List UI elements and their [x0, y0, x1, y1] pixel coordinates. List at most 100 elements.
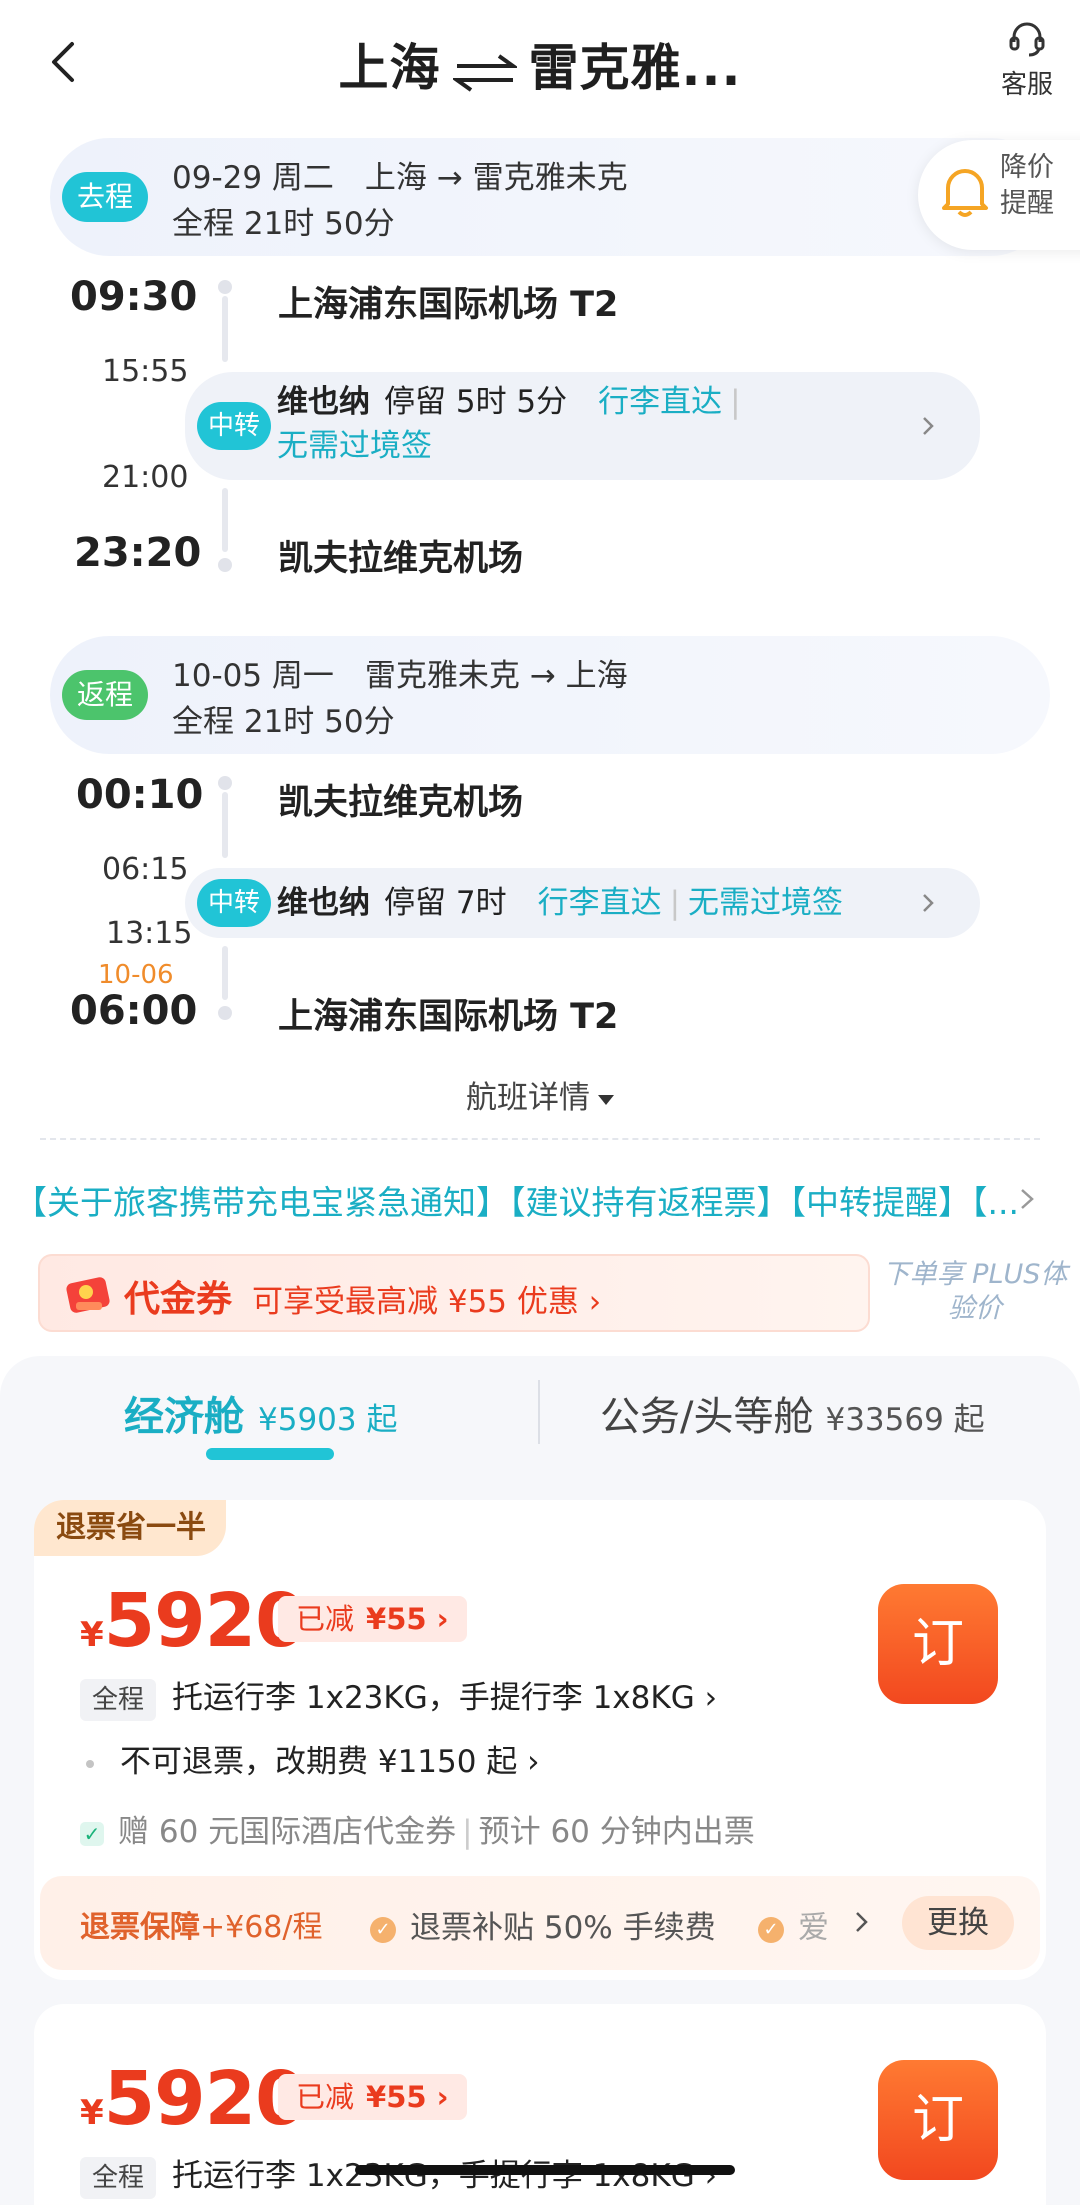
- gift-row: ✓ 赠 60 元国际酒店代金券 | 预计 60 分钟内出票: [80, 1806, 755, 1851]
- tab-indicator: [206, 1448, 334, 1460]
- transfer-city: 维也纳: [277, 384, 370, 420]
- transfer-line: 维也纳 停留 7时 行李直达 | 无需过境签: [277, 885, 844, 921]
- guarantee-unit: /程: [282, 1910, 323, 1945]
- service-label: 客服: [1000, 70, 1053, 100]
- discount-label: 已减: [296, 2080, 355, 2114]
- outbound-depart-airport: 上海浦东国际机场 T2: [278, 285, 619, 325]
- discount-label: 已减: [296, 1602, 355, 1636]
- transfer-stay: 停留 7时: [384, 885, 507, 921]
- guarantee-title: 退票保障+¥68/程: [80, 1902, 323, 1946]
- flight-detail-label: 航班详情: [466, 1080, 590, 1116]
- price-value: 5920: [103, 1578, 307, 1664]
- guarantee-item-text: 爱: [798, 1910, 829, 1946]
- timeline-rail: [222, 946, 228, 1000]
- transfer-luggage: 行李直达: [537, 885, 662, 921]
- return-depart-time: 00:10: [76, 772, 204, 818]
- book-button[interactable]: 订: [878, 2060, 998, 2180]
- refund-row[interactable]: 不可退票，改期费 ¥1150 起 ›: [80, 1736, 540, 1781]
- top-bar: 上海 雷克雅... 客服: [0, 0, 1080, 130]
- customer-service-button[interactable]: 客服: [992, 20, 1062, 101]
- return-arrive-airport: 上海浦东国际机场 T2: [278, 997, 619, 1037]
- return-date-route: 10-05 周一 雷克雅未克 → 上海: [172, 658, 628, 694]
- notice-banner[interactable]: 【关于旅客携带充电宝紧急通知】【建议持有返程票】【中转提醒】【...: [14, 1176, 1024, 1224]
- scope-pill: 全程: [80, 1678, 157, 1721]
- transfer-city: 维也纳: [277, 885, 370, 921]
- refund-guarantee-bar[interactable]: 退票保障+¥68/程 ✓ 退票补贴 50% 手续费 ✓ 爱 更换: [40, 1876, 1040, 1970]
- discount-value: ¥55 ›: [366, 2080, 449, 2114]
- headset-icon: [1009, 22, 1045, 57]
- outbound-depart-time: 09:30: [70, 274, 198, 320]
- refund-tag: 退票省一半: [34, 1500, 226, 1556]
- transfer-luggage: 行李直达: [598, 384, 723, 420]
- tab-business-price: ¥33569 起: [825, 1402, 985, 1438]
- redaction-bar: [355, 2165, 735, 2175]
- transfer-badge: 中转: [197, 402, 271, 450]
- route-title: 上海 雷克雅...: [0, 28, 1080, 100]
- outbound-arrive-airport: 凯夫拉维克机场: [278, 539, 524, 579]
- outbound-date-route: 09-29 周二 上海 → 雷克雅未克: [172, 160, 628, 196]
- outbound-transfer-info[interactable]: 中转 维也纳 停留 5时 5分 行李直达 | 无需过境签: [185, 372, 980, 480]
- tab-business-label: 公务/头等舱: [600, 1394, 814, 1440]
- timeline-dot: [218, 280, 232, 294]
- timeline-rail: [222, 296, 228, 362]
- return-depart-airport: 凯夫拉维克机场: [278, 783, 524, 823]
- return-badge: 返程: [62, 670, 148, 720]
- guarantee-price: +¥68: [200, 1910, 283, 1945]
- flight-booking-page: 上海 雷克雅... 客服 去程 09-29 周二 上海 → 雷克雅未克 全程 21…: [0, 0, 1080, 2205]
- outbound-transfer-depart-time: 21:00: [102, 460, 189, 495]
- discount-badge[interactable]: 已减 ¥55 ›: [278, 2074, 467, 2120]
- guarantee-item-1: ✓ 退票补贴 50% 手续费: [370, 1902, 716, 1947]
- transfer-visa: 无需过境签: [277, 428, 432, 464]
- transfer-line1: 维也纳 停留 5时 5分 行李直达 |: [277, 384, 741, 420]
- title-from: 上海: [338, 39, 441, 97]
- timeline-rail: [222, 488, 228, 552]
- bell-icon: [942, 169, 988, 217]
- transfer-visa: 无需过境签: [688, 885, 844, 921]
- fare-card: 退票省一半 ¥5920 已减 ¥55 › 订 全程 托运行李 1x23KG，手提行李…: [34, 1500, 1046, 1980]
- chevron-right-icon: [856, 1912, 868, 1932]
- currency: ¥: [80, 1615, 104, 1655]
- return-transfer-depart-time: 13:15: [106, 916, 193, 951]
- flight-detail-toggle[interactable]: 航班详情: [0, 1072, 1080, 1117]
- guarantee-item-2: ✓ 爱: [758, 1902, 829, 1947]
- discount-badge[interactable]: 已减 ¥55 ›: [278, 1596, 467, 1642]
- coupon-icon: [66, 1277, 110, 1313]
- check-icon: ✓: [80, 1821, 104, 1846]
- price-value: 5920: [103, 2056, 307, 2142]
- tab-divider: [538, 1380, 540, 1444]
- fare-price: ¥5920: [80, 2056, 307, 2142]
- return-arrive-time: 06:00: [70, 988, 198, 1034]
- bullet: [86, 1759, 94, 1768]
- book-button[interactable]: 订: [878, 1584, 998, 1704]
- return-transfer-info[interactable]: 中转 维也纳 停留 7时 行李直达 | 无需过境签: [185, 868, 980, 938]
- discount-value: ¥55 ›: [366, 1602, 449, 1636]
- tab-economy[interactable]: 经济舱 ¥5903 起: [124, 1384, 397, 1442]
- coupon-banner[interactable]: 代金券 可享受最高减 ¥55 优惠 ›: [38, 1254, 870, 1332]
- ticketing-text: 预计 60 分钟内出票: [478, 1814, 755, 1850]
- luggage-text: 托运行李 1x23KG，手提行李 1x8KG ›: [172, 1680, 717, 1716]
- outbound-badge: 去程: [62, 172, 148, 222]
- tab-economy-price: ¥5903 起: [258, 1402, 398, 1438]
- outbound-banner: 去程 09-29 周二 上海 → 雷克雅未克 全程 21时 50分: [50, 138, 1050, 256]
- timeline-dot: [218, 776, 232, 790]
- price-alert-label: 降价提醒: [1000, 152, 1054, 219]
- price-alert-button[interactable]: 降价提醒: [918, 140, 1080, 250]
- coupon-label: 代金券: [124, 1279, 233, 1320]
- check-circle-icon: ✓: [758, 1916, 784, 1943]
- chevron-right-icon: [916, 414, 940, 438]
- tab-business[interactable]: 公务/头等舱 ¥33569 起: [600, 1384, 985, 1442]
- outbound-duration: 全程 21时 50分: [172, 206, 395, 242]
- return-banner: 返程 10-05 周一 雷克雅未克 → 上海 全程 21时 50分: [50, 636, 1050, 754]
- return-duration: 全程 21时 50分: [172, 704, 395, 740]
- guarantee-item-text: 退票补贴 50% 手续费: [410, 1910, 716, 1946]
- plus-promo[interactable]: 下单享 PLUS体验价: [880, 1258, 1070, 1326]
- luggage-row[interactable]: 全程 托运行李 1x23KG，手提行李 1x8KG ›: [80, 1672, 717, 1721]
- fare-price: ¥5920: [80, 1578, 307, 1664]
- chevron-right-icon: [1021, 1189, 1034, 1209]
- divider: [40, 1138, 1040, 1140]
- luggage-text: 托运行李 1x23KG，手提行李 1x8KG ›: [172, 2158, 717, 2194]
- timeline-rail: [222, 792, 228, 858]
- timeline-dot: [218, 1006, 232, 1020]
- transfer-badge: 中转: [197, 879, 271, 927]
- change-button[interactable]: 更换: [902, 1896, 1014, 1950]
